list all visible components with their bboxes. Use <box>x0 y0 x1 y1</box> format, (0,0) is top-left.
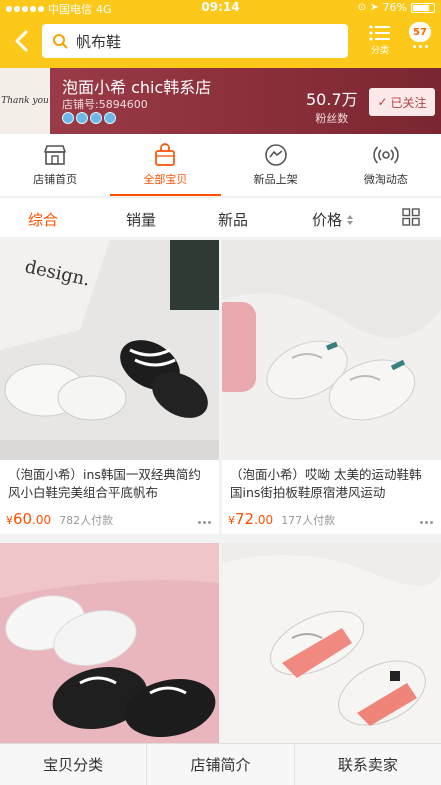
shop-banner[interactable]: Thank you 泡面小希 chic韩系店 店铺号:5894600 50.7万… <box>0 68 441 134</box>
grid-view-toggle[interactable] <box>402 208 420 230</box>
tab-weitao-feed[interactable]: 微淘动态 <box>331 134 441 196</box>
tab-label: 微淘动态 <box>363 173 408 186</box>
battery-percent: 76% <box>382 1 407 14</box>
tab-label: 新品上架 <box>253 173 298 186</box>
product-image[interactable] <box>222 240 441 460</box>
product-image[interactable]: design. <box>0 240 219 460</box>
search-input[interactable]: 帆布鞋 <box>42 24 348 58</box>
crown-icon <box>90 112 102 124</box>
top-header: 中国电信 4G 09:14 ⊙ ➤ 76% 帆布鞋 分类 57 <box>0 0 441 68</box>
fans-label: 粉丝数 <box>315 112 349 125</box>
bottom-label: 店铺简介 <box>190 756 251 774</box>
status-bar: 中国电信 4G 09:14 ⊙ ➤ 76% <box>0 0 441 16</box>
crown-icon <box>104 112 116 124</box>
fans-count: 50.7万 <box>306 90 358 109</box>
shop-rating-icons <box>62 112 116 124</box>
tab-store-home[interactable]: 店铺首页 <box>0 134 110 196</box>
follow-button[interactable]: ✓ 已关注 <box>369 88 435 116</box>
more-options-icon[interactable] <box>198 521 211 524</box>
tab-new-arrivals[interactable]: 新品上架 <box>221 134 331 196</box>
sort-label: 新品 <box>218 211 249 229</box>
category-label: 分类 <box>370 46 389 56</box>
tab-label: 全部宝贝 <box>143 173 188 186</box>
sort-new[interactable]: 新品 <box>218 209 248 230</box>
more-dots-icon <box>412 45 428 48</box>
product-price: ¥72.00 <box>228 510 274 528</box>
grid-icon <box>402 208 420 226</box>
store-icon <box>44 145 66 165</box>
tab-all-items[interactable]: 全部宝贝 <box>110 134 221 196</box>
location-icon: ➤ <box>370 2 379 13</box>
shop-logo-text: Thank you <box>1 96 49 106</box>
product-card[interactable] <box>222 543 441 743</box>
sort-bar: 综合 销量 新品 价格 <box>0 197 441 237</box>
sort-label: 综合 <box>28 211 59 229</box>
sort-comprehensive[interactable]: 综合 <box>28 209 58 230</box>
category-button[interactable]: 分类 <box>362 24 398 60</box>
shop-id: 店铺号:5894600 <box>62 98 148 111</box>
shop-nav-tabs: 店铺首页 全部宝贝 新品上架 微淘动态 <box>0 134 441 196</box>
product-image[interactable] <box>222 543 441 743</box>
sort-price[interactable]: 价格 <box>312 209 354 230</box>
list-icon <box>369 25 390 41</box>
tab-label: 店铺首页 <box>33 173 78 186</box>
crown-icon <box>62 112 74 124</box>
bottom-label: 联系卖家 <box>337 756 398 774</box>
shop-bottom-bar: 宝贝分类 店铺简介 联系卖家 <box>0 743 441 785</box>
search-query: 帆布鞋 <box>76 32 122 51</box>
sort-arrows-icon <box>347 214 354 225</box>
sort-label: 销量 <box>126 211 157 229</box>
sold-count: 177人付款 <box>281 514 336 527</box>
broadcast-icon <box>373 146 399 164</box>
item-categories-button[interactable]: 宝贝分类 <box>0 744 148 785</box>
bolt-chat-icon <box>264 144 287 166</box>
search-icon <box>53 34 68 49</box>
product-title: （泡面小希）哎呦 太美的运动鞋韩国ins街拍板鞋原宿港风运动 <box>230 467 422 500</box>
product-card[interactable] <box>0 543 219 743</box>
contact-seller-button[interactable]: 联系卖家 <box>295 744 441 785</box>
sold-count: 782人付款 <box>59 514 114 527</box>
product-card[interactable]: design. （泡面小希）ins韩国一双经典简约风小白鞋完美组合平底帆布 ¥6… <box>0 240 219 534</box>
product-card[interactable]: （泡面小希）哎呦 太美的运动鞋韩国ins街拍板鞋原宿港风运动 ¥72.00 17… <box>222 240 441 534</box>
battery-icon <box>411 2 435 13</box>
shop-name: 泡面小希 chic韩系店 <box>62 78 212 97</box>
sort-label: 价格 <box>312 211 343 229</box>
follow-label: 已关注 <box>390 95 427 110</box>
bag-icon <box>155 143 176 166</box>
fans-count-block: 50.7万 粉丝数 <box>306 86 358 126</box>
bottom-label: 宝贝分类 <box>43 756 104 774</box>
crown-icon <box>76 112 88 124</box>
notification-badge: 57 <box>409 22 431 42</box>
product-image[interactable] <box>0 543 219 743</box>
more-button[interactable]: 57 <box>406 22 434 58</box>
product-title: （泡面小希）ins韩国一双经典简约风小白鞋完美组合平底帆布 <box>8 467 201 500</box>
shop-intro-button[interactable]: 店铺简介 <box>147 744 295 785</box>
check-icon: ✓ <box>377 95 388 109</box>
chevron-left-icon <box>15 30 28 52</box>
sort-sales[interactable]: 销量 <box>126 209 156 230</box>
product-price: ¥60.00 <box>6 510 52 528</box>
more-options-icon[interactable] <box>420 521 433 524</box>
shop-logo[interactable]: Thank you <box>0 68 50 134</box>
lock-rotation-icon: ⊙ <box>357 2 367 13</box>
back-button[interactable] <box>8 26 34 56</box>
